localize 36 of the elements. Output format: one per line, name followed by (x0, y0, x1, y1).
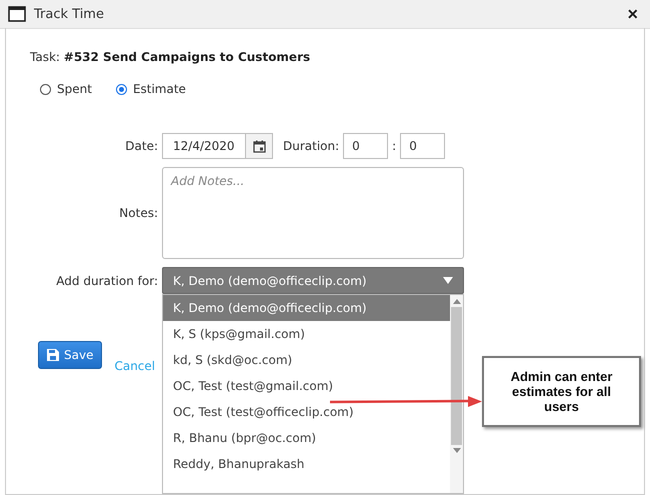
dropdown-option[interactable]: kd, S (skd@oc.com) (163, 347, 450, 373)
date-field[interactable]: 12/4/2020 (162, 133, 273, 159)
radio-button[interactable] (116, 84, 127, 94)
window-icon (8, 6, 26, 22)
dropdown-option[interactable]: OC, Test (test@gmail.com) (163, 373, 450, 399)
radio-label: Estimate (132, 82, 186, 96)
dropdown-option[interactable]: K, S (kps@gmail.com) (163, 321, 450, 347)
duration-label: Duration: (283, 139, 340, 153)
separator: : (392, 139, 396, 153)
dropdown-option[interactable]: R, Bhanu (bpr@oc.com) (163, 425, 450, 451)
notes-field[interactable]: Add Notes... (162, 167, 464, 259)
save-icon (47, 349, 59, 361)
calendar-button[interactable] (245, 134, 272, 158)
notes-label: Notes: (118, 206, 158, 220)
radio-button[interactable] (40, 84, 51, 94)
save-button[interactable]: Save (38, 341, 102, 369)
scrollbar[interactable] (450, 295, 463, 493)
close-button[interactable]: × (623, 4, 642, 24)
dropdown-option[interactable]: K, Demo (demo@officeclip.com) (163, 295, 450, 321)
scroll-down-icon[interactable] (452, 448, 460, 454)
minutes-field[interactable]: 0 (400, 133, 446, 159)
hours-field[interactable]: 0 (343, 133, 388, 159)
date-label: Date: (124, 139, 158, 153)
dropdown-option[interactable]: Reddy, Bhanuprakash (163, 451, 450, 477)
scroll-up-icon[interactable] (452, 298, 460, 304)
user-dropdown[interactable]: K, Demo (demo@officeclip.com) (162, 267, 464, 294)
radio-option[interactable]: Spent (40, 82, 92, 96)
task-title: Task: #532 Send Campaigns to Customers (30, 50, 312, 64)
caret-icon (443, 277, 453, 284)
add-duration-label: Add duration for: (55, 274, 158, 288)
window-title: Track Time (34, 6, 105, 22)
radio-label: Spent (57, 82, 92, 96)
callout-box: Admin can enter estimates for all users (482, 356, 641, 427)
calendar-icon (252, 140, 266, 152)
radio-option[interactable]: Estimate (116, 82, 186, 96)
dropdown-option[interactable]: OC, Test (test@officeclip.com) (163, 399, 450, 425)
